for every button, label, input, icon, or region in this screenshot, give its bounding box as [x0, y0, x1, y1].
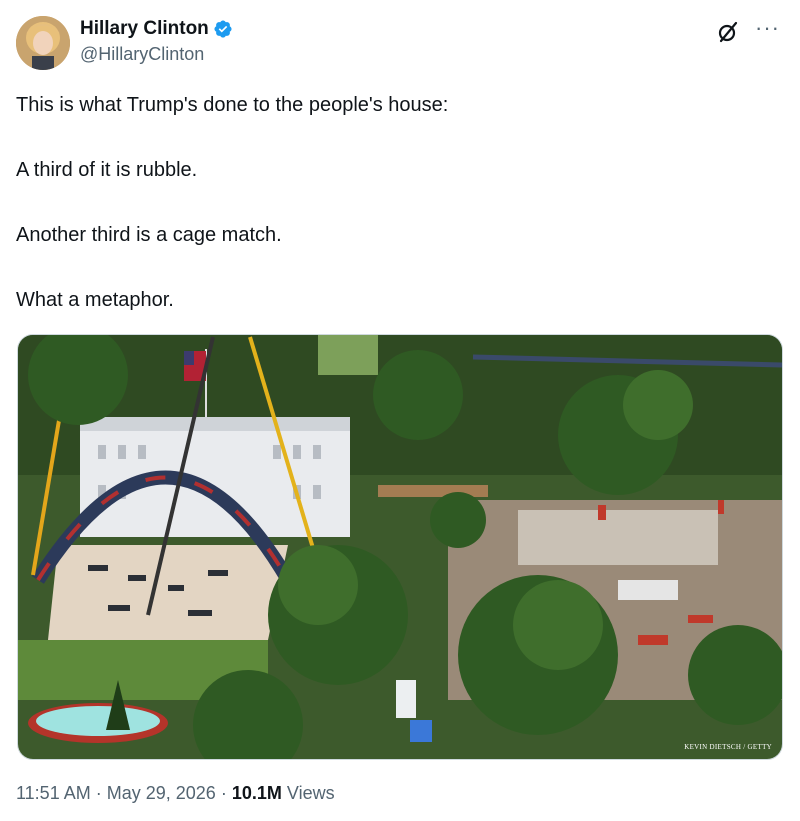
tweet-header: Hillary Clinton @HillaryClinton ···	[16, 16, 784, 74]
more-icon[interactable]: ···	[755, 17, 780, 39]
avatar[interactable]	[16, 16, 70, 70]
tweet-date: May 29, 2026	[106, 783, 216, 803]
views-count: 10.1M	[231, 783, 282, 803]
tweet-text: This is what Trump's done to the people'…	[16, 92, 784, 352]
meta-separator: ·	[95, 783, 102, 803]
tweet-paragraph: Another third is a cage match.	[16, 224, 282, 246]
views-label: Views	[286, 783, 335, 803]
author-handle[interactable]: @HillaryClinton	[80, 44, 233, 65]
photo-image	[18, 335, 782, 759]
grok-icon[interactable]	[716, 20, 740, 44]
meta-separator: ·	[220, 783, 227, 803]
display-name[interactable]: Hillary Clinton	[80, 18, 209, 40]
tweet-paragraph: What a metaphor.	[16, 289, 174, 311]
tweet-meta: 11:51 AM · May 29, 2026 · 10.1M Views	[16, 783, 335, 804]
verified-badge-icon[interactable]	[213, 19, 233, 39]
tweet-photo[interactable]: KEVIN DIETSCH / GETTY	[17, 334, 783, 760]
photo-credit: KEVIN DIETSCH / GETTY	[684, 743, 772, 751]
author-names: Hillary Clinton @HillaryClinton	[80, 18, 233, 65]
display-name-row: Hillary Clinton	[80, 18, 233, 40]
views-link[interactable]: 10.1M Views	[232, 783, 335, 803]
tweet-timestamp-link[interactable]: 11:51 AM · May 29, 2026	[16, 783, 216, 803]
avatar-image	[16, 16, 70, 70]
tweet-paragraph: This is what Trump's done to the people'…	[16, 94, 449, 116]
tweet-paragraph: A third of it is rubble.	[16, 159, 198, 181]
tweet-time: 11:51 AM	[16, 783, 91, 803]
